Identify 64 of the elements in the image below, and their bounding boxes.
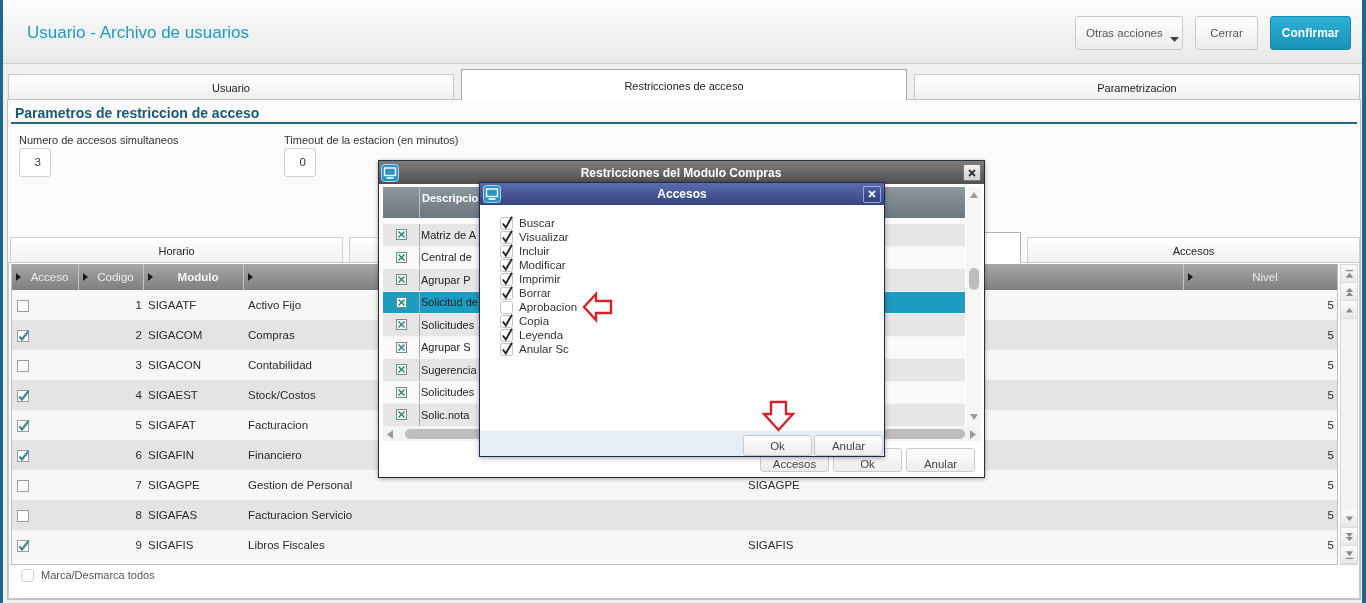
checkbox-label: Aprobacion <box>519 301 578 313</box>
table-cell: SIGACON <box>148 359 202 371</box>
table-cell: Solicitudes <box>421 386 475 399</box>
table-cell: Solic.nota <box>421 408 470 421</box>
field-label: Timeout de la estacion (en minutos) <box>284 134 459 147</box>
table-cell: 1 <box>135 299 142 311</box>
section-heading: Parametros de restriccion de acceso <box>11 100 1357 124</box>
table-cell: SIGAEST <box>148 389 198 401</box>
checkbox-label: Visualizar <box>519 231 569 243</box>
table-cell: 9 <box>135 539 142 551</box>
table-cell: SIGAFAT <box>148 419 196 431</box>
table-cell: 5 <box>1327 449 1334 461</box>
table-cell: Matriz de A <box>421 228 477 241</box>
table-cell: Facturacion Servicio <box>248 509 353 521</box>
table-cell: Solicitudes <box>421 318 475 331</box>
table-cell: 5 <box>1327 299 1334 311</box>
table-cell: SIGAATF <box>148 299 197 311</box>
dialog-title: Restricciones del Modulo Compras <box>579 165 783 180</box>
table-cell: 5 <box>1327 419 1334 431</box>
table-cell: SIGAFAS <box>148 509 198 521</box>
table-cell: Financiero <box>248 449 302 461</box>
table-cell: 5 <box>1327 539 1334 551</box>
checkbox-label: Incluir <box>519 245 550 257</box>
table-cell: Facturacion <box>248 419 309 431</box>
table-cell: Compras <box>248 329 295 341</box>
table-cell: Stock/Costos <box>248 389 316 401</box>
checkbox-label: Buscar <box>519 217 555 229</box>
table-cell: SIGAFIN <box>148 449 194 461</box>
table-cell: Sugerencia <box>421 363 477 376</box>
field-label: Numero de accesos simultaneos <box>19 134 179 147</box>
table-cell: 2 <box>135 329 142 341</box>
window-title: Usuario - Archivo de usuarios <box>27 22 250 43</box>
table-cell: 6 <box>135 449 142 461</box>
table-cell: 4 <box>135 389 142 401</box>
table-cell: 5 <box>1327 479 1334 491</box>
table-cell: SIGAGPE <box>748 479 800 491</box>
checkbox-label: Leyenda <box>519 329 564 341</box>
table-cell: Central de <box>421 251 472 264</box>
checkbox-label: Marca/Desmarca todos <box>41 569 155 581</box>
table-cell: Gestion de Personal <box>248 479 353 491</box>
table-cell: 8 <box>135 509 142 521</box>
table-cell: Activo Fijo <box>248 299 302 311</box>
table-cell: SIGAFIS <box>148 539 194 551</box>
table-cell: SIGAFIS <box>748 539 794 551</box>
checkbox-label: Modificar <box>519 259 566 271</box>
table-cell: SIGACOM <box>148 329 203 341</box>
table-cell: 5 <box>1327 389 1334 401</box>
table-cell: 5 <box>1327 509 1334 521</box>
checkbox-label: Anular Sc <box>519 343 569 355</box>
table-cell: 3 <box>135 359 142 371</box>
table-cell: SIGAGPE <box>148 479 200 491</box>
dialog-title: Accesos <box>656 187 708 201</box>
table-cell: Solicitud de <box>421 296 478 309</box>
table-cell: 7 <box>135 479 142 491</box>
table-cell: Libros Fiscales <box>248 539 325 551</box>
table-cell: 5 <box>135 419 142 431</box>
table-cell: Contabilidad <box>248 359 312 371</box>
checkbox-label: Borrar <box>519 287 551 299</box>
table-cell: Agrupar S <box>421 341 471 354</box>
table-cell: 5 <box>1327 359 1334 371</box>
table-cell: 5 <box>1327 329 1334 341</box>
checkbox-label: Imprimir <box>519 273 561 285</box>
checkbox-label: Copia <box>519 315 550 327</box>
table-cell: Agrupar P <box>421 273 471 286</box>
